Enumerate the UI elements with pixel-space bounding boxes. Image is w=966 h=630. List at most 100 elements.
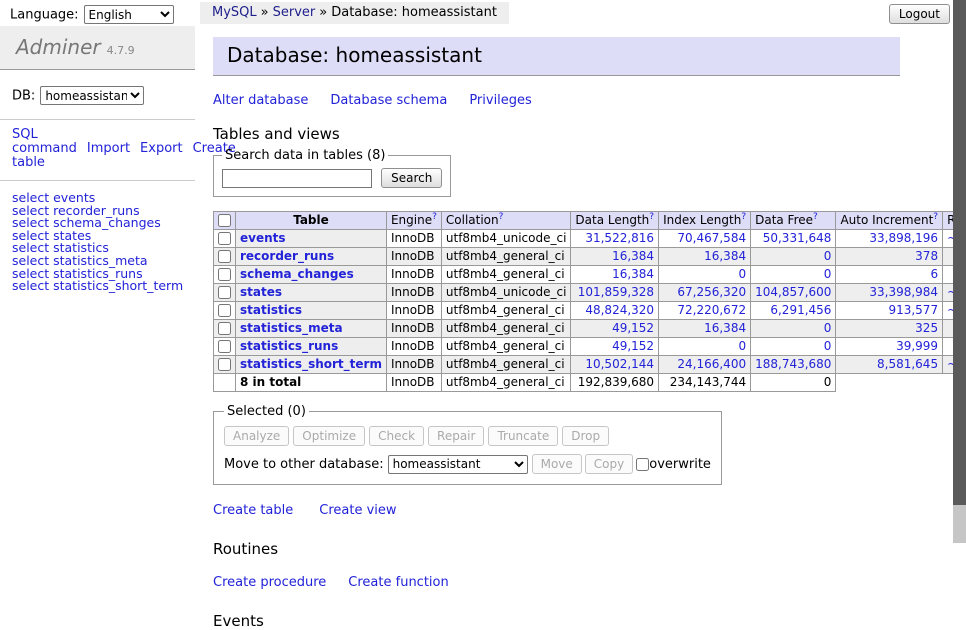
create-links: Create table Create view xyxy=(213,503,900,518)
table-link[interactable]: schema_changes xyxy=(240,267,354,281)
cell-table-name: states xyxy=(236,284,387,302)
total-empty-cell xyxy=(214,374,236,392)
table-link[interactable]: statistics_runs xyxy=(240,339,338,353)
cell-data-free: 0 xyxy=(751,320,836,338)
table-row: schema_changesInnoDButf8mb4_general_ci16… xyxy=(214,266,966,284)
analyze-button[interactable]: Analyze xyxy=(224,426,289,446)
breadcrumb-link-server[interactable]: Server xyxy=(273,5,316,20)
cell-index-length: 0 xyxy=(659,338,751,356)
row-checkbox[interactable] xyxy=(218,304,231,317)
cell-table-name: recorder_runs xyxy=(236,248,387,266)
column-help-link[interactable]: ? xyxy=(499,212,504,222)
db-select[interactable]: homeassistant xyxy=(40,86,144,105)
table-row: statistics_metaInnoDButf8mb4_general_ci4… xyxy=(214,320,966,338)
row-checkbox-cell xyxy=(214,302,236,320)
cell-engine: InnoDB xyxy=(386,230,441,248)
db-link-alter-database[interactable]: Alter database xyxy=(213,93,308,108)
overwrite-checkbox[interactable] xyxy=(636,458,649,471)
optimize-button[interactable]: Optimize xyxy=(293,426,365,446)
cell-collation: utf8mb4_unicode_ci xyxy=(441,284,571,302)
cell-engine: InnoDB xyxy=(386,266,441,284)
db-link-privileges[interactable]: Privileges xyxy=(469,93,532,108)
page-title: Database: homeassistant xyxy=(213,37,900,76)
search-button[interactable]: Search xyxy=(381,168,442,188)
table-row: statistics_short_termInnoDButf8mb4_gener… xyxy=(214,356,966,374)
column-help-link[interactable]: ? xyxy=(649,212,654,222)
sidebar-action-link-export[interactable]: Export xyxy=(140,141,183,156)
cell-data-free: 0 xyxy=(751,338,836,356)
row-checkbox-cell xyxy=(214,356,236,374)
cell-data-length: 16,384 xyxy=(571,266,659,284)
cell-data-free: 6,291,456 xyxy=(751,302,836,320)
row-checkbox[interactable] xyxy=(218,268,231,281)
sidebar: Adminer4.7.9 DB:homeassistant SQL comman… xyxy=(0,26,195,293)
truncate-button[interactable]: Truncate xyxy=(488,426,558,446)
cell-collation: utf8mb4_general_ci xyxy=(441,248,571,266)
column-help-link[interactable]: ? xyxy=(933,212,938,222)
repair-button[interactable]: Repair xyxy=(428,426,484,446)
row-checkbox-cell xyxy=(214,338,236,356)
sidebar-action-link-sql-command[interactable]: SQL command xyxy=(12,127,77,156)
copy-button[interactable]: Copy xyxy=(585,454,633,474)
table-link[interactable]: recorder_runs xyxy=(240,249,334,263)
cell-collation: utf8mb4_general_ci xyxy=(441,302,571,320)
row-checkbox[interactable] xyxy=(218,250,231,263)
cell-collation: utf8mb4_general_ci xyxy=(441,356,571,374)
row-checkbox-cell xyxy=(214,284,236,302)
cell-engine: InnoDB xyxy=(386,320,441,338)
create-procedure-link[interactable]: Create procedure xyxy=(213,575,326,590)
create-function-link[interactable]: Create function xyxy=(348,575,448,590)
vertical-scrollbar-thumb[interactable] xyxy=(953,0,966,505)
check-button[interactable]: Check xyxy=(369,426,424,446)
cell-auto-increment: 378 xyxy=(836,248,943,266)
adminer-logo[interactable]: Adminer xyxy=(16,35,101,59)
table-link[interactable]: statistics xyxy=(240,303,302,317)
drop-button[interactable]: Drop xyxy=(562,426,609,446)
row-checkbox[interactable] xyxy=(218,340,231,353)
search-input[interactable] xyxy=(222,169,372,188)
sidebar-action-link-import[interactable]: Import xyxy=(87,141,130,156)
column-help-link[interactable]: ? xyxy=(432,212,437,222)
create-table-link[interactable]: Create table xyxy=(213,503,293,518)
cell-engine: InnoDB xyxy=(386,302,441,320)
language-row: Language:English xyxy=(10,5,174,24)
app-title: Adminer4.7.9 xyxy=(0,26,195,70)
move-button[interactable]: Move xyxy=(532,454,582,474)
table-total-row: 8 in total InnoDB utf8mb4_general_ci 192… xyxy=(214,374,966,392)
cell-table-name: statistics_short_term xyxy=(236,356,387,374)
cell-data-length: 49,152 xyxy=(571,320,659,338)
row-checkbox-cell xyxy=(214,248,236,266)
selected-fieldset: Selected (0) AnalyzeOptimizeCheckRepairT… xyxy=(213,404,722,485)
column-help-link[interactable]: ? xyxy=(741,212,746,222)
breadcrumb-separator: » xyxy=(319,5,327,20)
table-link[interactable]: events xyxy=(240,231,286,245)
cell-index-length: 16,384 xyxy=(659,248,751,266)
table-link[interactable]: statistics_meta xyxy=(240,321,343,335)
db-select-row: DB:homeassistant xyxy=(0,70,195,120)
table-link[interactable]: states xyxy=(240,285,282,299)
search-fieldset: Search data in tables (8) Search xyxy=(213,148,451,197)
db-link-database-schema[interactable]: Database schema xyxy=(330,93,447,108)
cell-data-length: 31,522,816 xyxy=(571,230,659,248)
column-help-link[interactable]: ? xyxy=(813,212,818,222)
move-database-select[interactable]: homeassistant xyxy=(388,455,528,474)
total-data-free-cell: 0 xyxy=(751,374,836,392)
logout-button[interactable]: Logout xyxy=(889,4,950,24)
sidebar-select-link[interactable]: select statistics_short_term xyxy=(12,280,195,293)
table-link[interactable]: statistics_short_term xyxy=(240,357,382,371)
language-select[interactable]: English xyxy=(84,5,174,24)
select-all-checkbox[interactable] xyxy=(218,214,231,227)
create-view-link[interactable]: Create view xyxy=(319,503,396,518)
row-checkbox[interactable] xyxy=(218,232,231,245)
vertical-scrollbar-track[interactable] xyxy=(953,0,966,543)
routines-links: Create procedure Create function xyxy=(213,575,900,590)
row-checkbox[interactable] xyxy=(218,322,231,335)
search-legend: Search data in tables (8) xyxy=(222,148,388,163)
row-checkbox[interactable] xyxy=(218,358,231,371)
events-title: Events xyxy=(213,612,900,630)
row-checkbox[interactable] xyxy=(218,286,231,299)
cell-data-length: 16,384 xyxy=(571,248,659,266)
cell-table-name: schema_changes xyxy=(236,266,387,284)
breadcrumb-link-mysql[interactable]: MySQL xyxy=(212,5,257,20)
cell-data-length: 101,859,328 xyxy=(571,284,659,302)
